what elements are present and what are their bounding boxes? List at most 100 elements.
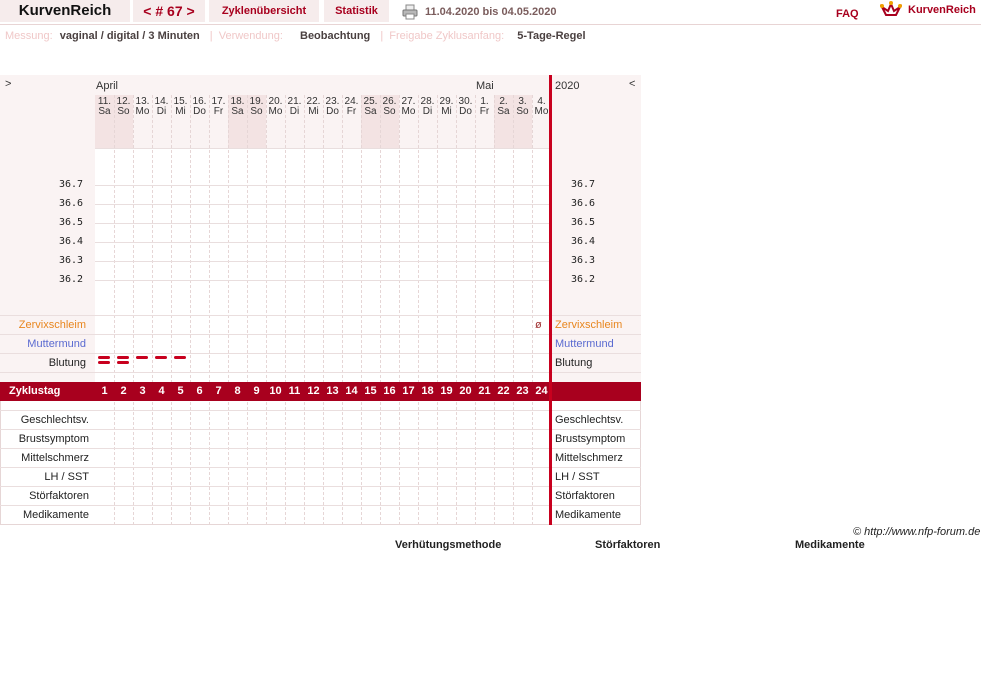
day-gridline	[209, 95, 210, 383]
day-header[interactable]: 29. Mi	[437, 97, 456, 117]
weekday: Mi	[175, 106, 186, 117]
cycle-chart: > April Mai 2020 < 11. Sa 12. So 13. Mo 14. Di 1…	[0, 75, 641, 525]
settings-line: Messung: vaginal / digital / 3 Minuten |…	[5, 30, 590, 42]
month-april: April	[96, 80, 119, 92]
cervical-mucus-label: Zervixschleim	[18, 319, 86, 331]
cycle-day-number: 2	[120, 385, 127, 397]
day-header[interactable]: 21. Di	[285, 97, 304, 117]
observation-row-label-right: Mittelschmerz	[555, 452, 623, 464]
day-gridline	[228, 402, 229, 525]
day-gridline	[228, 95, 229, 383]
tab-cycle-overview[interactable]: Zyklenübersicht	[209, 0, 319, 22]
day-gridline	[152, 402, 153, 525]
weekday: Do	[193, 106, 206, 117]
release-value: 5-Tage-Regel	[517, 30, 586, 42]
day-gridline	[323, 95, 324, 383]
weekday: Sa	[364, 106, 377, 117]
temp-label-left: 36.3	[59, 255, 84, 266]
day-header[interactable]: 23. Do	[323, 97, 342, 117]
cycle-day-number: 12	[307, 385, 320, 397]
row-divider	[0, 505, 641, 506]
cycle-day-number: 16	[383, 385, 396, 397]
observation-row-label: Medikamente	[22, 509, 89, 521]
day-header[interactable]: 13. Mo	[133, 97, 152, 117]
cycle-day-number: 6	[196, 385, 203, 397]
month-may: Mai	[476, 80, 494, 92]
cycle-day-number: 14	[345, 385, 358, 397]
row-divider	[0, 486, 641, 487]
day-header[interactable]: 15. Mi	[171, 97, 190, 117]
day-header[interactable]: 26. So	[380, 97, 399, 117]
temp-gridline	[95, 280, 549, 281]
temp-label-left: 36.5	[59, 217, 84, 228]
observation-row-label: Störfaktoren	[29, 490, 89, 502]
day-gridline	[513, 95, 514, 383]
day-header[interactable]: 25. Sa	[361, 97, 380, 117]
day-gridline	[285, 402, 286, 525]
weekday: Di	[289, 106, 300, 117]
date-range: 11.04.2020 bis 04.05.2020	[425, 6, 557, 18]
printer-icon[interactable]	[402, 4, 418, 20]
observation-row-label: Mittelschmerz	[21, 452, 89, 464]
day-header[interactable]: 1. Fr	[475, 97, 494, 117]
cycle-day-number: 4	[158, 385, 165, 397]
cycle-day-row: Zyklustag 1 2 3 4 5 6 7 8 9 10 11 12 13 14 15 16 17 18 19 2…	[0, 382, 641, 401]
cycle-nav-button[interactable]: < # 67 >	[133, 0, 205, 22]
temp-gridline	[95, 185, 549, 186]
row-divider	[0, 334, 641, 335]
cycle-day-number: 5	[177, 385, 184, 397]
day-header[interactable]: 12. So	[114, 97, 133, 117]
day-gridline	[342, 402, 343, 525]
day-gridline	[399, 95, 400, 383]
tab-statistics[interactable]: Statistik	[324, 0, 389, 22]
day-header[interactable]: 28. Di	[418, 97, 437, 117]
prev-period-button[interactable]: >	[5, 78, 11, 90]
temp-label-right: 36.7	[571, 179, 596, 190]
cycle-day-label: Zyklustag	[9, 385, 61, 397]
day-header[interactable]: 27. Mo	[399, 97, 418, 117]
day-gridline	[304, 402, 305, 525]
observation-row-label: Brustsymptom	[18, 433, 89, 445]
day-gridline	[171, 95, 172, 383]
day-gridline	[285, 95, 286, 383]
day-header[interactable]: 30. Do	[456, 97, 475, 117]
measurement-value: vaginal / digital / 3 Minuten	[59, 30, 200, 42]
next-period-button[interactable]: <	[629, 78, 635, 90]
row-divider	[0, 410, 641, 411]
day-header[interactable]: 17. Fr	[209, 97, 228, 117]
weekday: Do	[459, 106, 472, 117]
day-header[interactable]: 2. Sa	[494, 97, 513, 117]
day-header[interactable]: 16. Do	[190, 97, 209, 117]
day-header[interactable]: 20. Mo	[266, 97, 285, 117]
day-gridline	[456, 402, 457, 525]
bleeding-mark	[98, 356, 110, 359]
weekday: Mo	[401, 106, 416, 117]
day-gridline	[190, 95, 191, 383]
day-gridline	[323, 402, 324, 525]
row-divider	[0, 448, 641, 449]
weekday: Di	[422, 106, 433, 117]
day-header[interactable]: 24. Fr	[342, 97, 361, 117]
day-header[interactable]: 22. Mi	[304, 97, 323, 117]
day-gridline	[475, 402, 476, 525]
bleeding-mark	[117, 361, 129, 364]
cycle-day-number: 23	[516, 385, 529, 397]
current-day-line	[549, 75, 552, 525]
weekday: So	[383, 106, 396, 117]
observation-row-label-right: Störfaktoren	[555, 490, 615, 502]
day-gridline	[361, 95, 362, 383]
day-header[interactable]: 14. Di	[152, 97, 171, 117]
day-header[interactable]: 11. Sa	[95, 97, 114, 117]
day-header[interactable]: 3. So	[513, 97, 532, 117]
faq-link[interactable]: FAQ	[836, 8, 859, 20]
day-header[interactable]: 19. So	[247, 97, 266, 117]
day-gridline	[342, 95, 343, 383]
weekday: Fr	[346, 106, 357, 117]
cycle-day-number: 3	[139, 385, 146, 397]
cycle-day-number: 13	[326, 385, 339, 397]
usage-label: Verwendung:	[218, 30, 283, 42]
bleeding-label: Blutung	[48, 357, 86, 369]
copyright: © http://www.nfp-forum.de	[853, 526, 981, 538]
day-header[interactable]: 18. Sa	[228, 97, 247, 117]
